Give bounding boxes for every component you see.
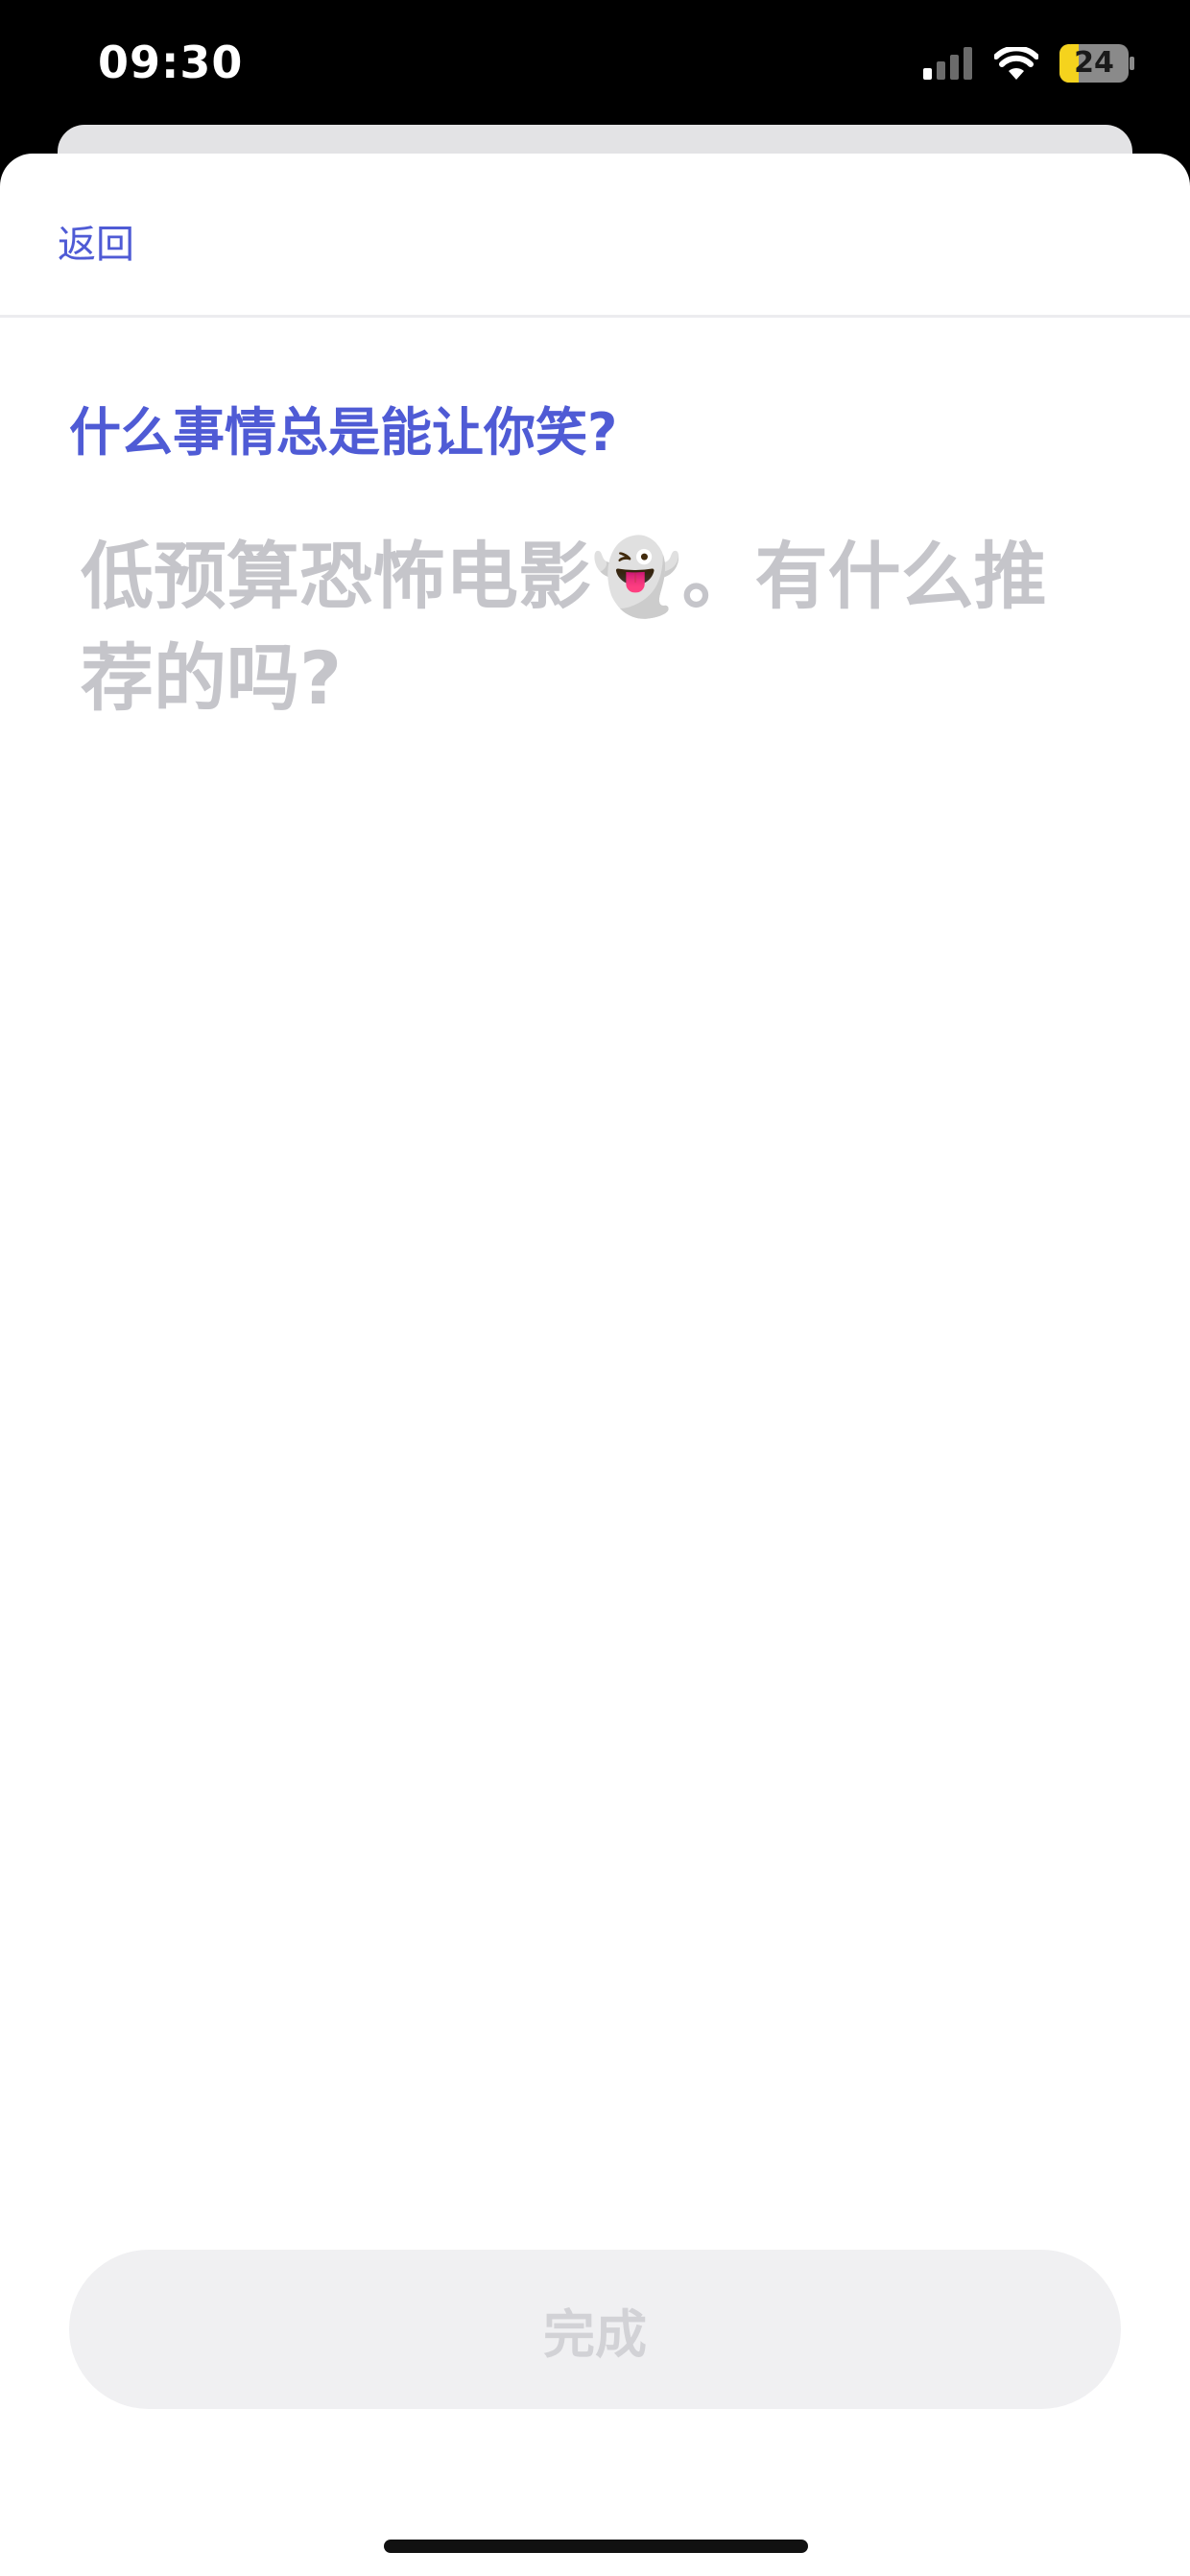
signal-icon	[923, 47, 973, 80]
status-bar: 09:30 24	[0, 0, 1190, 125]
modal-sheet: 返回 什么事情总是能让你笑? 完成	[0, 154, 1190, 2576]
done-button[interactable]: 完成	[69, 2250, 1121, 2409]
answer-input[interactable]	[81, 526, 1098, 718]
back-button[interactable]: 返回	[58, 213, 134, 269]
battery-level: 24	[1074, 46, 1114, 80]
battery-icon: 24	[1059, 44, 1134, 83]
home-indicator	[384, 2540, 808, 2553]
nav-bar: 返回	[0, 154, 1190, 318]
question-title: 什么事情总是能让你笑?	[69, 402, 618, 463]
status-time: 09:30	[98, 36, 244, 88]
status-icons: 24	[923, 42, 1134, 84]
wifi-icon	[994, 47, 1038, 80]
